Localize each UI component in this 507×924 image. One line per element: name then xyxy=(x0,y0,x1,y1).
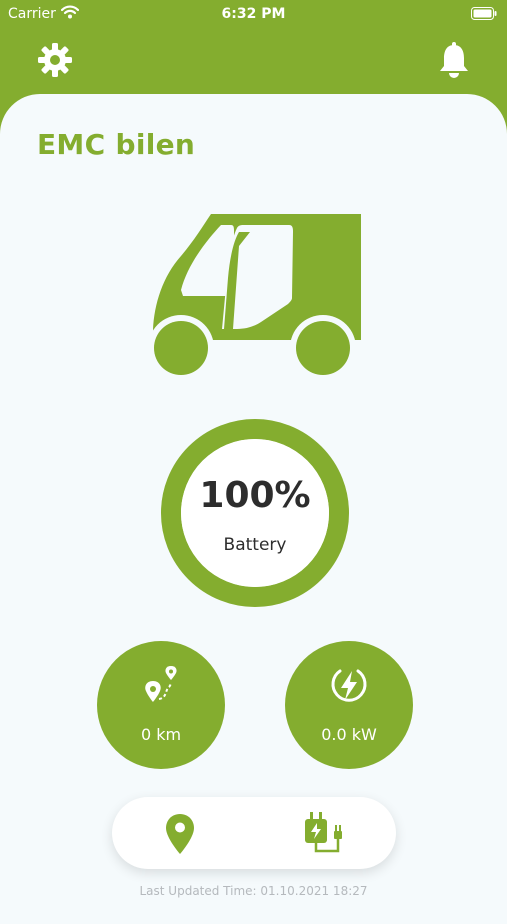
battery-percent: 100% xyxy=(199,475,311,516)
distance-stat: 0 km xyxy=(97,641,225,769)
vehicle-name: EMC bilen xyxy=(37,128,196,161)
power-value: 0.0 kW xyxy=(321,725,377,744)
clock: 6:32 PM xyxy=(221,6,286,22)
status-bar: Carrier 6:32 PM xyxy=(0,0,507,28)
electric-van-icon xyxy=(148,212,363,384)
bell-icon xyxy=(440,42,468,78)
map-pin-icon xyxy=(166,814,194,854)
lightning-icon xyxy=(329,665,369,709)
power-stat: 0.0 kW xyxy=(285,641,413,769)
battery-gauge: 100% Battery xyxy=(161,419,349,607)
gear-icon xyxy=(38,43,72,77)
notifications-button[interactable] xyxy=(438,42,470,82)
battery-status-icon xyxy=(471,7,497,24)
distance-value: 0 km xyxy=(140,725,182,744)
charging-plug-icon xyxy=(305,812,342,853)
last-updated-time: Last Updated Time: 01.10.2021 18:27 xyxy=(139,884,368,898)
settings-button[interactable] xyxy=(37,42,73,82)
charging-button[interactable] xyxy=(302,811,350,861)
bottom-nav xyxy=(112,797,396,869)
route-pins-icon xyxy=(141,665,181,709)
battery-label: Battery xyxy=(223,535,287,555)
map-button[interactable] xyxy=(164,813,196,859)
